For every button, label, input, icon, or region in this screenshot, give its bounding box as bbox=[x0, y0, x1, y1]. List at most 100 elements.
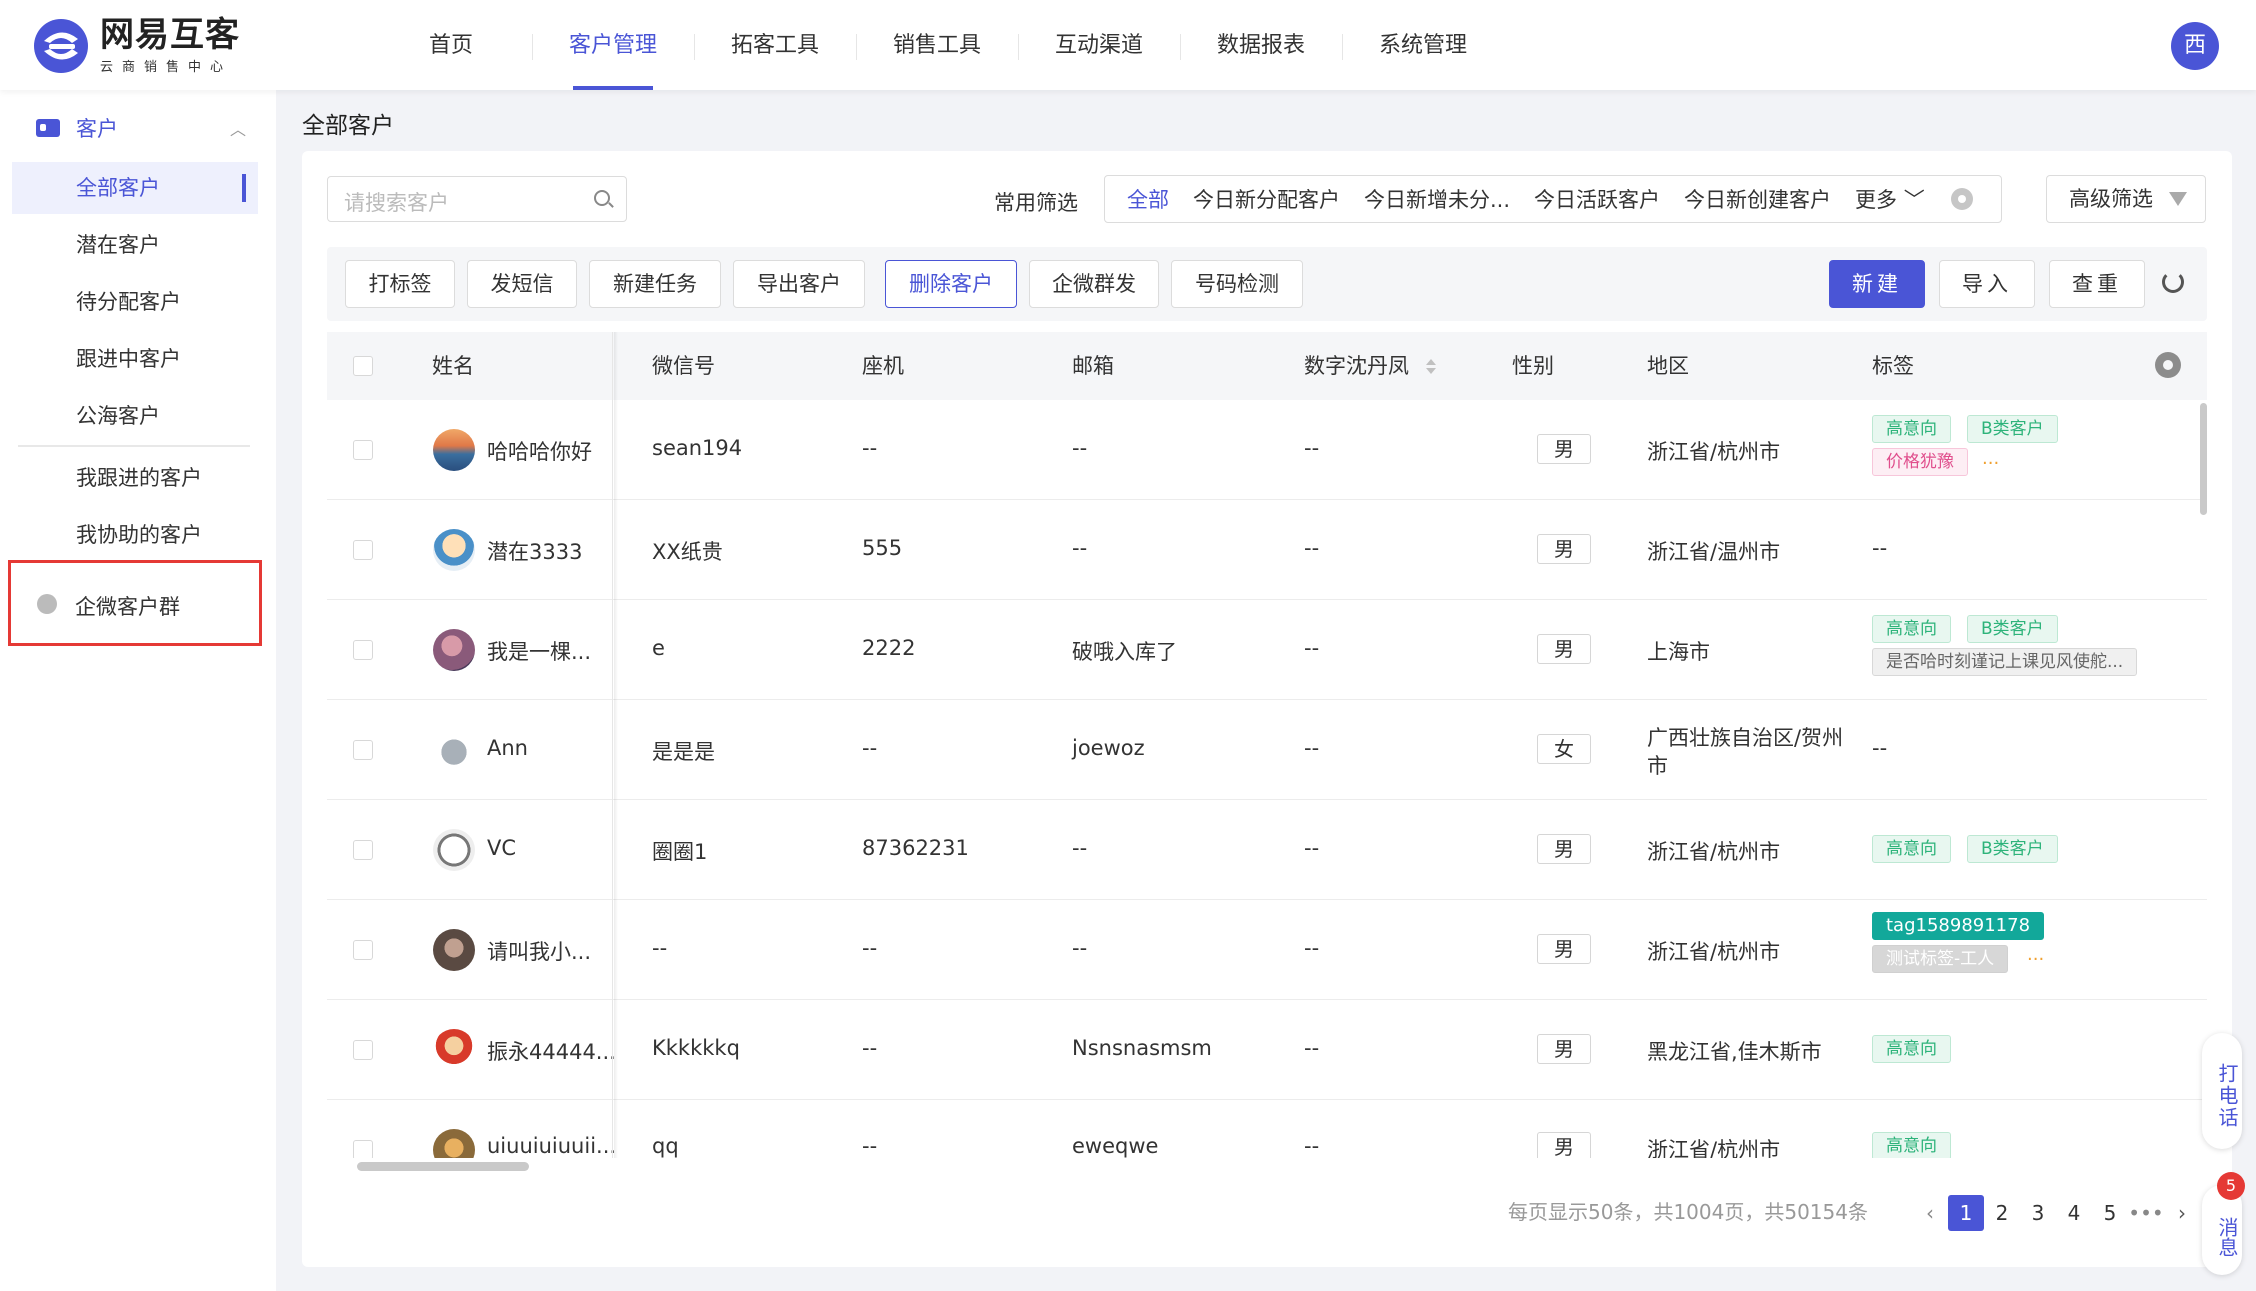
customer-avatar bbox=[433, 1129, 475, 1158]
table-row[interactable]: 我是一棵... e 2222 破哦入库了 -- 男 上海市 高意向 B类客户 是… bbox=[327, 600, 2207, 700]
table-row[interactable]: 请叫我小... -- -- -- -- 男 浙江省/杭州市 tag1589891… bbox=[327, 900, 2207, 1000]
gender-badge: 男 bbox=[1537, 1132, 1591, 1158]
sidebar-item-public-pool[interactable]: 公海客户 bbox=[12, 390, 258, 442]
nav-prospecting-tools[interactable]: 拓客工具 bbox=[694, 0, 856, 90]
customer-name[interactable]: Ann bbox=[487, 736, 528, 760]
vertical-scrollbar[interactable] bbox=[2200, 403, 2207, 515]
customer-name[interactable]: 哈哈哈你好 bbox=[487, 436, 592, 466]
sidebar-item-all-customers[interactable]: 全部客户 bbox=[12, 162, 258, 214]
page-5[interactable]: 5 bbox=[2092, 1195, 2128, 1231]
search-icon[interactable] bbox=[594, 190, 610, 206]
user-avatar[interactable]: 西 bbox=[2171, 22, 2219, 70]
page-2[interactable]: 2 bbox=[1984, 1195, 2020, 1231]
row-checkbox[interactable] bbox=[353, 940, 373, 960]
filter-settings-gear-icon[interactable] bbox=[1950, 188, 1973, 210]
gender-badge: 男 bbox=[1537, 834, 1591, 864]
sidebar: 客户 ︿ 全部客户 潜在客户 待分配客户 跟进中客户 公海客户 我跟进的客户 我… bbox=[0, 90, 276, 1291]
tag-chip: 高意向 bbox=[1872, 1035, 1951, 1063]
row-checkbox[interactable] bbox=[353, 740, 373, 760]
table-row[interactable]: 潜在3333 XX纸贵 555 -- -- 男 浙江省/温州市 -- bbox=[327, 500, 2207, 600]
more-tags-indicator[interactable]: ... bbox=[2027, 944, 2044, 965]
new-task-button[interactable]: 新建任务 bbox=[589, 260, 721, 308]
select-all-checkbox[interactable] bbox=[353, 356, 373, 376]
refresh-icon[interactable] bbox=[2162, 271, 2184, 293]
row-checkbox[interactable] bbox=[353, 540, 373, 560]
column-custom-field[interactable]: 数字沈丹凤 bbox=[1304, 332, 1409, 400]
table-row[interactable]: VC 圈圈1 87362231 -- -- 男 浙江省/杭州市 高意向 B类客户 bbox=[327, 800, 2207, 900]
pagination-summary: 每页显示50条，共1004页，共50154条 bbox=[1508, 1200, 1868, 1224]
dedupe-button[interactable]: 查重 bbox=[2049, 260, 2145, 308]
table-row[interactable]: 哈哈哈你好 sean194 -- -- -- 男 浙江省/杭州市 高意向 B类客… bbox=[327, 400, 2207, 500]
number-check-button[interactable]: 号码检测 bbox=[1171, 260, 1303, 308]
filter-today-active[interactable]: 今日活跃客户 bbox=[1534, 184, 1660, 214]
row-checkbox[interactable] bbox=[353, 440, 373, 460]
email: -- bbox=[1072, 436, 1088, 460]
chevron-left-icon[interactable]: ‹ bbox=[1912, 1195, 1948, 1231]
nav-customer-management[interactable]: 客户管理 bbox=[532, 0, 694, 90]
row-checkbox[interactable] bbox=[353, 640, 373, 660]
nav-sales-tools[interactable]: 销售工具 bbox=[856, 0, 1018, 90]
customer-name[interactable]: uiuuiuiuuii... bbox=[487, 1134, 616, 1158]
sidebar-item-wecom-groups[interactable]: 企微客户群 bbox=[8, 560, 262, 646]
table-row[interactable]: uiuuiuiuuii... qq -- eweqwe -- 男 浙江省/杭州市… bbox=[327, 1100, 2207, 1158]
customer-name[interactable]: 我是一棵... bbox=[487, 636, 591, 666]
tags-empty: -- bbox=[1872, 536, 1888, 560]
tag-button[interactable]: 打标签 bbox=[345, 260, 455, 308]
row-checkbox[interactable] bbox=[353, 1140, 373, 1158]
nav-reports[interactable]: 数据报表 bbox=[1180, 0, 1342, 90]
sidebar-item-unassigned[interactable]: 待分配客户 bbox=[12, 276, 258, 328]
wechat-id: Kkkkkkq bbox=[652, 1036, 740, 1060]
column-phone: 座机 bbox=[862, 354, 904, 378]
advanced-filter-button[interactable]: 高级筛选 bbox=[2046, 175, 2206, 223]
table-row[interactable]: 振永44444... Kkkkkkq -- Nsnsnasmsm -- 男 黑龙… bbox=[327, 1000, 2207, 1100]
export-customers-button[interactable]: 导出客户 bbox=[733, 260, 865, 308]
sidebar-item-following[interactable]: 跟进中客户 bbox=[12, 333, 258, 385]
horizontal-scrollbar[interactable] bbox=[357, 1162, 529, 1171]
wechat-id: 是是是 bbox=[652, 740, 715, 764]
filter-more[interactable]: 更多 ﹀ bbox=[1855, 184, 1925, 214]
filter-today-created[interactable]: 今日新创建客户 bbox=[1684, 184, 1831, 214]
tag-chip: 价格犹豫 bbox=[1872, 448, 1968, 476]
page-1[interactable]: 1 bbox=[1948, 1195, 1984, 1231]
filter-today-new-unassigned[interactable]: 今日新增未分... bbox=[1364, 184, 1510, 214]
search-input[interactable]: 请搜索客户 bbox=[327, 176, 627, 222]
page-ellipsis[interactable]: ••• bbox=[2128, 1195, 2164, 1231]
column-wechat: 微信号 bbox=[652, 354, 715, 378]
brand-logo[interactable]: 网易互客 云商销售中心 bbox=[32, 16, 240, 75]
chevron-right-icon[interactable]: › bbox=[2164, 1195, 2200, 1231]
page-3[interactable]: 3 bbox=[2020, 1195, 2056, 1231]
more-tags-indicator[interactable]: ... bbox=[1982, 448, 1999, 469]
filter-all[interactable]: 全部 bbox=[1127, 184, 1169, 214]
sidebar-item-potential[interactable]: 潜在客户 bbox=[12, 219, 258, 271]
email: 破哦入库了 bbox=[1072, 640, 1177, 664]
sidebar-item-my-assisting[interactable]: 我协助的客户 bbox=[12, 509, 258, 561]
row-checkbox[interactable] bbox=[353, 1040, 373, 1060]
page-4[interactable]: 4 bbox=[2056, 1195, 2092, 1231]
new-customer-button[interactable]: 新建 bbox=[1829, 260, 1925, 308]
sort-asc-icon[interactable] bbox=[1426, 359, 1436, 365]
phone: 87362231 bbox=[862, 836, 969, 860]
customer-name[interactable]: VC bbox=[487, 836, 516, 860]
nav-home[interactable]: 首页 bbox=[370, 0, 532, 90]
table-row[interactable]: Ann 是是是 -- joewoz -- 女 广西壮族自治区/贺州 市 -- bbox=[327, 700, 2207, 800]
sidebar-section-customers[interactable]: 客户 ︿ bbox=[12, 108, 262, 148]
phone: -- bbox=[862, 1134, 878, 1158]
delete-customers-button[interactable]: 删除客户 bbox=[885, 260, 1017, 308]
region: 浙江省/杭州市 bbox=[1647, 440, 1781, 464]
chevron-up-icon: ︿ bbox=[229, 120, 246, 139]
sort-desc-icon[interactable] bbox=[1426, 368, 1436, 374]
row-checkbox[interactable] bbox=[353, 840, 373, 860]
send-sms-button[interactable]: 发短信 bbox=[467, 260, 577, 308]
sidebar-item-my-following[interactable]: 我跟进的客户 bbox=[12, 452, 258, 504]
import-button[interactable]: 导入 bbox=[1939, 260, 2035, 308]
customer-name[interactable]: 振永44444... bbox=[487, 1036, 616, 1066]
filter-today-assigned[interactable]: 今日新分配客户 bbox=[1193, 184, 1340, 214]
filter-more-label: 更多 bbox=[1855, 188, 1898, 212]
customer-name[interactable]: 潜在3333 bbox=[487, 536, 582, 566]
column-settings-gear-icon[interactable] bbox=[2155, 352, 2181, 378]
customer-name[interactable]: 请叫我小... bbox=[487, 936, 591, 966]
nav-interaction-channels[interactable]: 互动渠道 bbox=[1018, 0, 1180, 90]
call-widget-button[interactable]: 打电话 bbox=[2202, 1033, 2242, 1149]
wecom-broadcast-button[interactable]: 企微群发 bbox=[1029, 260, 1159, 308]
nav-system-management[interactable]: 系统管理 bbox=[1342, 0, 1504, 90]
